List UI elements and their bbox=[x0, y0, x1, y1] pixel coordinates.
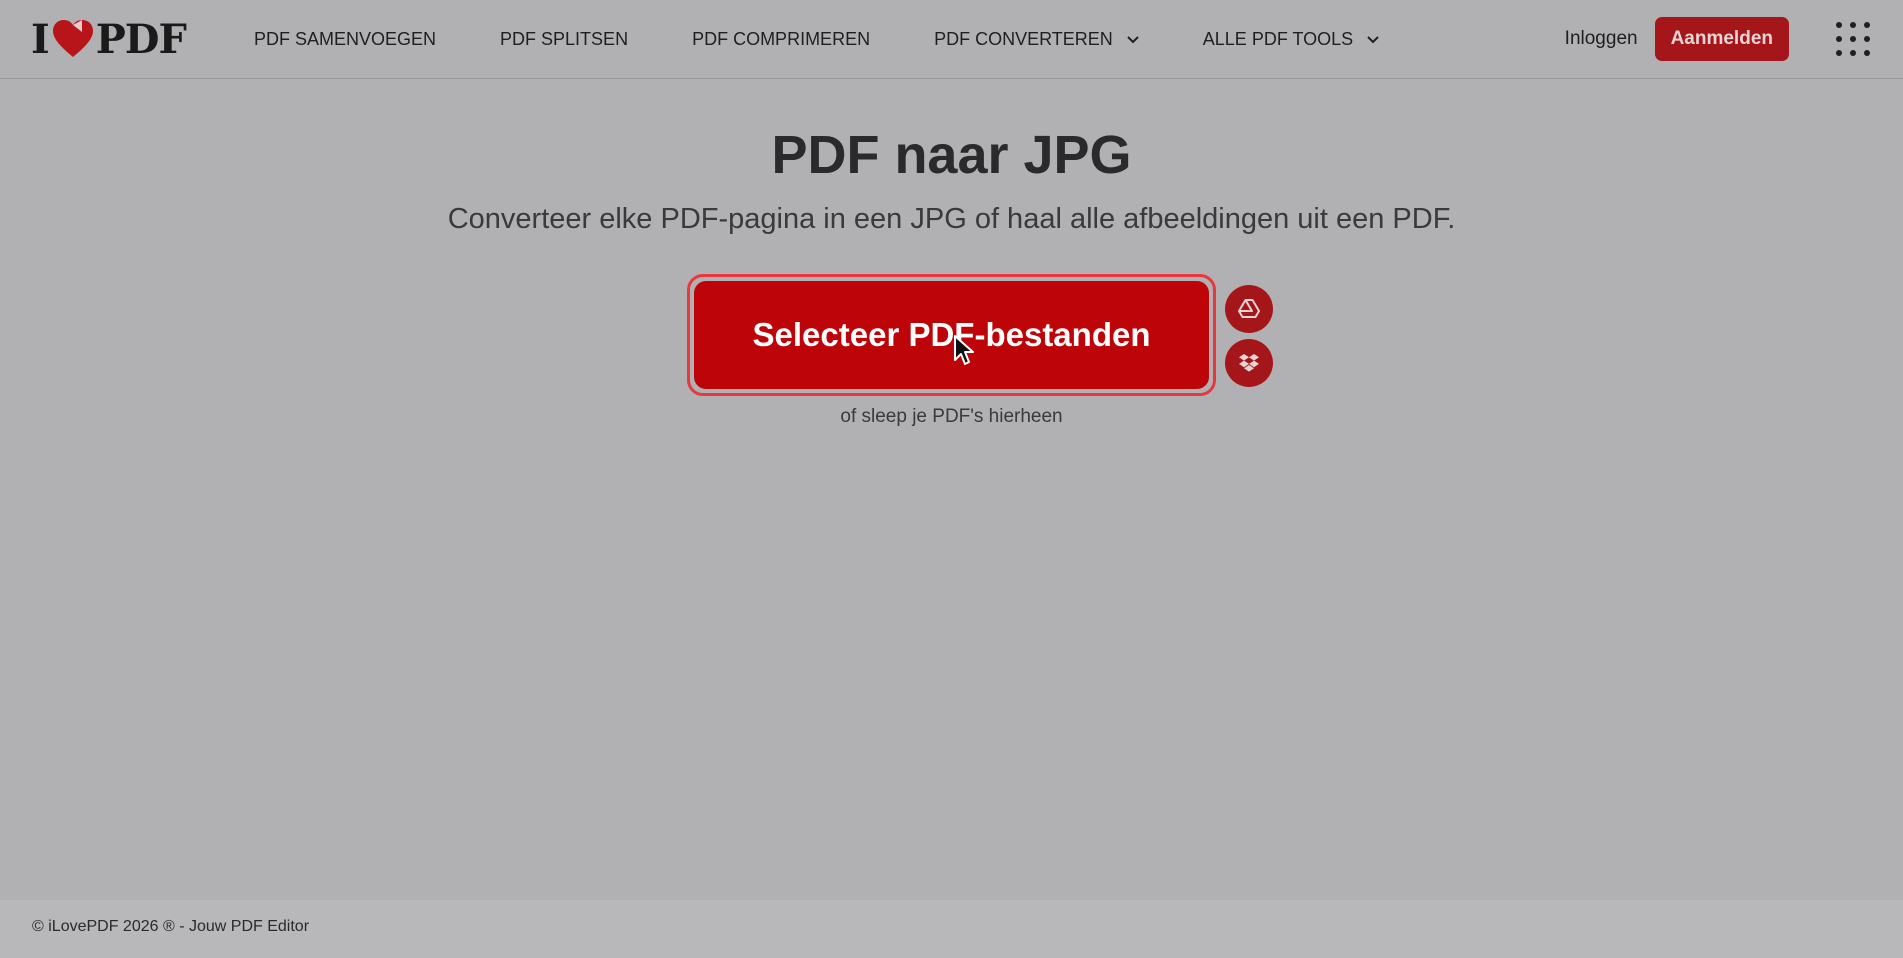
heart-logo-icon bbox=[52, 20, 93, 57]
signup-button[interactable]: Aanmelden bbox=[1654, 17, 1789, 61]
copyright-text: © iLovePDF 2026 ® - Jouw PDF Editor bbox=[32, 918, 310, 935]
grid-dot bbox=[1864, 36, 1870, 42]
grid-dot bbox=[1850, 50, 1856, 56]
ilovepdf-logo[interactable]: I PDF bbox=[31, 15, 187, 63]
nav-pdf-samenvoegen[interactable]: PDF SAMENVOEGEN bbox=[254, 29, 436, 50]
chevron-down-icon bbox=[1127, 35, 1139, 43]
google-drive-icon bbox=[1238, 299, 1260, 318]
nav-pdf-splitsen[interactable]: PDF SPLITSEN bbox=[500, 29, 628, 50]
nav-pdf-comprimeren[interactable]: PDF COMPRIMEREN bbox=[692, 29, 870, 50]
mouse-cursor-icon bbox=[954, 335, 974, 365]
dropbox-icon bbox=[1239, 354, 1259, 372]
apps-grid-icon[interactable] bbox=[1836, 22, 1870, 56]
top-navbar: I PDF PDF SAMENVOEGEN PDF SPLITSEN PDF C… bbox=[0, 0, 1903, 79]
nav-pdf-converteren[interactable]: PDF CONVERTEREN bbox=[934, 29, 1139, 50]
grid-dot bbox=[1864, 50, 1870, 56]
page: I PDF PDF SAMENVOEGEN PDF SPLITSEN PDF C… bbox=[0, 0, 1903, 958]
dropbox-button[interactable] bbox=[1225, 339, 1273, 387]
page-subtitle: Converteer elke PDF-pagina in een JPG of… bbox=[447, 203, 1456, 235]
logo-letter-i: I bbox=[31, 15, 50, 63]
grid-dot bbox=[1836, 36, 1842, 42]
page-title: PDF naar JPG bbox=[771, 125, 1132, 185]
auth-area: Inloggen Aanmelden bbox=[1565, 17, 1789, 61]
nav-label: PDF SPLITSEN bbox=[500, 29, 629, 49]
main-nav: PDF SAMENVOEGEN PDF SPLITSEN PDF COMPRIM… bbox=[254, 0, 1379, 79]
grid-dot bbox=[1836, 50, 1842, 56]
logo-text-pdf: PDF bbox=[95, 15, 187, 63]
grid-dot bbox=[1850, 22, 1856, 28]
google-drive-button[interactable] bbox=[1225, 285, 1273, 333]
nav-label: PDF COMPRIMEREN bbox=[692, 29, 871, 49]
grid-dot bbox=[1836, 22, 1842, 28]
select-pdf-files-button[interactable]: Selecteer PDF-bestanden bbox=[694, 281, 1209, 389]
footer: © iLovePDF 2026 ® - Jouw PDF Editor bbox=[0, 900, 1903, 958]
login-link[interactable]: Inloggen bbox=[1565, 28, 1638, 50]
nav-label: ALLE PDF TOOLS bbox=[1202, 29, 1354, 49]
grid-dot bbox=[1864, 22, 1870, 28]
grid-dot bbox=[1850, 36, 1856, 42]
select-files-focus-ring: Selecteer PDF-bestanden bbox=[687, 274, 1216, 396]
drop-hint-text: of sleep je PDF's hierheen bbox=[840, 406, 1063, 427]
nav-label: PDF CONVERTEREN bbox=[934, 29, 1113, 49]
nav-alle-pdf-tools[interactable]: ALLE PDF TOOLS bbox=[1203, 29, 1379, 50]
chevron-down-icon bbox=[1367, 35, 1379, 43]
nav-label: PDF SAMENVOEGEN bbox=[254, 29, 437, 49]
